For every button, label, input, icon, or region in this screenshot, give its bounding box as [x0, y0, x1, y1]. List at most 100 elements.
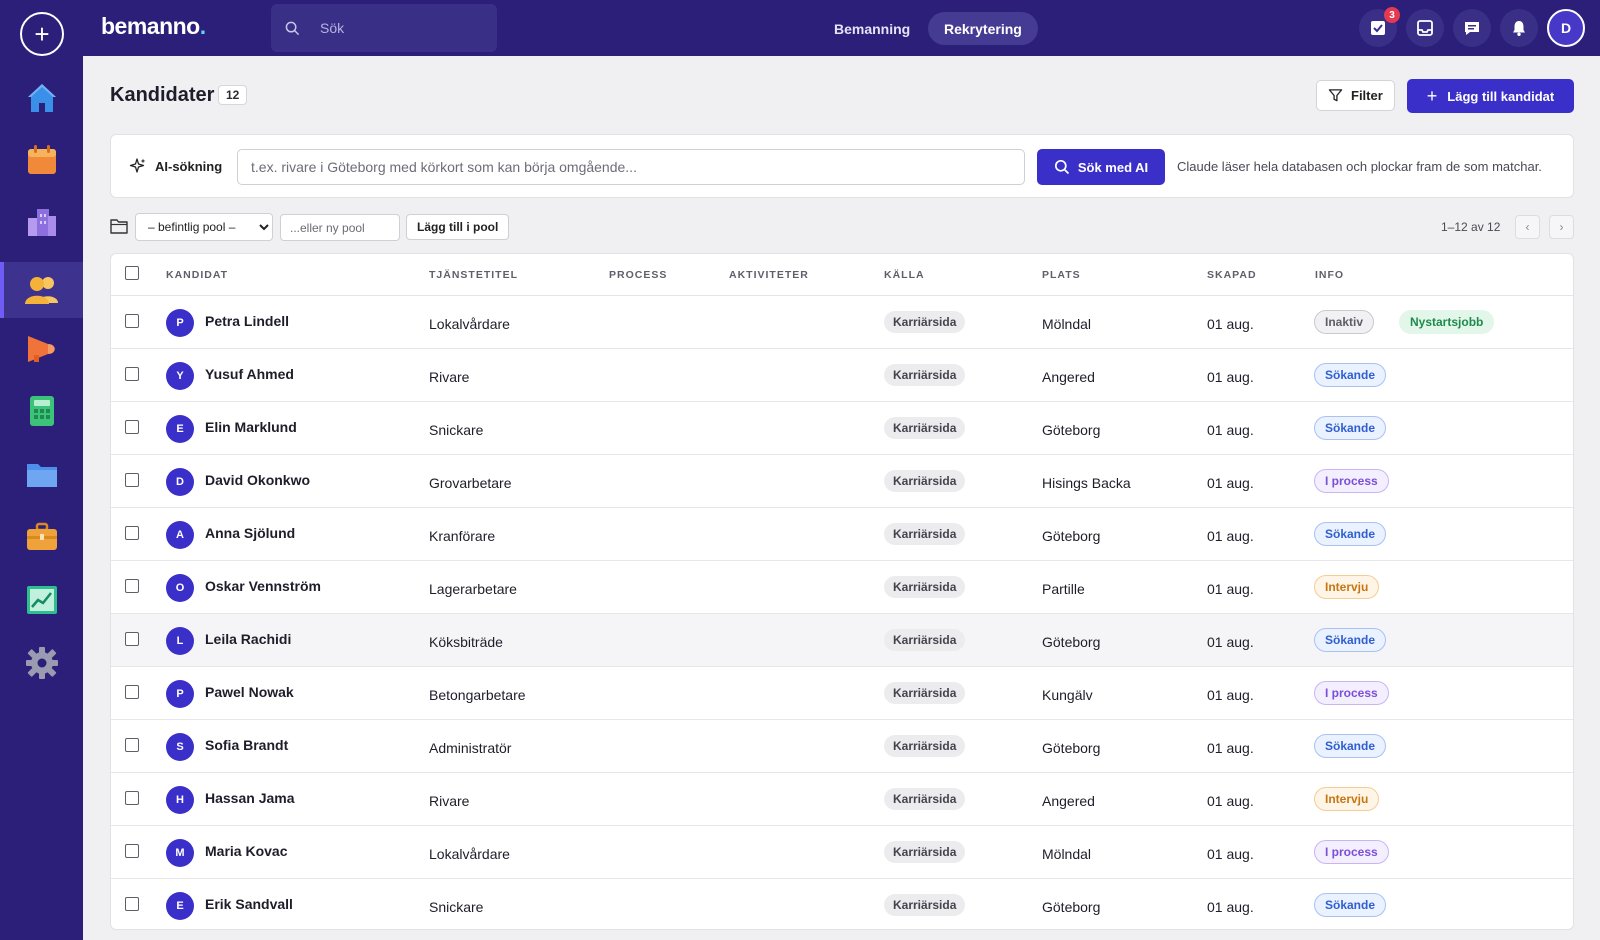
sidebar-item-reports[interactable] [0, 572, 83, 628]
tab-bemanning[interactable]: Bemanning [818, 12, 926, 45]
column-header-kalla[interactable]: KÄLLA [884, 269, 925, 281]
search-icon [1054, 159, 1069, 175]
row-checkbox[interactable] [125, 632, 139, 646]
filter-button-label: Filter [1351, 88, 1383, 103]
table-row[interactable]: E Erik Sandvall Snickare Karriärsida Götebor… [111, 879, 1573, 929]
table-row[interactable]: S Sofia Brandt Administratör Karriärsida Göt… [111, 720, 1573, 773]
notifications-button[interactable] [1500, 9, 1538, 47]
row-checkbox[interactable] [125, 738, 139, 752]
sidebar-item-home[interactable] [0, 70, 83, 126]
table-row[interactable]: P Petra Lindell Lokalvårdare Karriärsida Möl… [111, 296, 1573, 349]
candidate-name[interactable]: Elin Marklund [205, 419, 297, 435]
column-header-info[interactable]: INFO [1315, 269, 1344, 281]
next-page-button[interactable]: › [1549, 215, 1574, 239]
ai-search-title: AI-sökning [129, 157, 222, 175]
add-candidate-button[interactable]: + Lägg till kandidat [1407, 79, 1574, 113]
candidate-name[interactable]: Pawel Nowak [205, 684, 294, 700]
ai-search-input[interactable] [237, 149, 1025, 185]
folder-icon [26, 464, 57, 487]
location: Göteborg [1042, 740, 1101, 756]
ai-search-button-label: Sök med AI [1077, 159, 1149, 175]
row-checkbox[interactable] [125, 897, 139, 911]
job-title: Kranförare [429, 528, 496, 544]
sidebar-item-companies[interactable] [0, 194, 83, 250]
app-logo[interactable]: bemanno. [101, 13, 206, 40]
column-header-plats[interactable]: PLATS [1042, 269, 1081, 281]
job-title: Grovarbetare [429, 475, 512, 491]
candidate-name[interactable]: Oskar Vennström [205, 578, 321, 594]
table-row[interactable]: Y Yusuf Ahmed Rivare Karriärsida Angered 01 a… [111, 349, 1573, 402]
sidebar-item-documents[interactable] [0, 446, 83, 502]
table-row[interactable]: E Elin Marklund Snickare Karriärsida Götebor… [111, 402, 1573, 455]
sidebar-item-candidates[interactable] [0, 262, 83, 318]
location: Angered [1042, 369, 1095, 385]
location: Kungälv [1042, 687, 1093, 703]
row-checkbox[interactable] [125, 473, 139, 487]
column-header-kandidat[interactable]: KANDIDAT [166, 269, 228, 281]
sidebar-item-calendar[interactable] [0, 132, 83, 188]
row-checkbox[interactable] [125, 314, 139, 328]
avatar: H [166, 786, 194, 814]
filter-button[interactable]: Filter [1316, 80, 1395, 111]
add-to-pool-button[interactable]: Lägg till i pool [406, 214, 510, 240]
column-header-skapad[interactable]: SKAPAD [1207, 269, 1257, 281]
location: Mölndal [1042, 846, 1092, 862]
row-checkbox[interactable] [125, 791, 139, 805]
add-candidate-label: Lägg till kandidat [1447, 88, 1555, 104]
candidate-name[interactable]: Maria Kovac [205, 843, 287, 859]
row-checkbox[interactable] [125, 367, 139, 381]
inbox-button[interactable] [1406, 9, 1444, 47]
user-avatar[interactable]: D [1547, 9, 1585, 47]
page-title: Kandidater [110, 84, 215, 106]
row-checkbox[interactable] [125, 579, 139, 593]
candidate-name[interactable]: Petra Lindell [205, 313, 289, 329]
table-row[interactable]: O Oskar Vennström Lagerarbetare Karriärsida… [111, 561, 1573, 614]
table-row[interactable]: D David Okonkwo Grovarbetare Karriärsida His… [111, 455, 1573, 508]
table-row[interactable]: H Hassan Jama Rivare Karriärsida Angered 01 a… [111, 773, 1573, 826]
row-checkbox[interactable] [125, 685, 139, 699]
job-title: Snickare [429, 422, 484, 438]
table-row[interactable]: L Leila Rachidi Köksbiträde Karriärsida Göte… [111, 614, 1573, 667]
create-new-button[interactable]: + [20, 12, 64, 56]
candidate-name[interactable]: Sofia Brandt [205, 737, 288, 753]
candidate-name[interactable]: Leila Rachidi [205, 631, 291, 647]
source-badge: Karriärsida [884, 523, 966, 545]
candidate-name[interactable]: Anna Sjölund [205, 525, 295, 541]
column-header-aktiviteter[interactable]: AKTIVITETER [729, 269, 809, 281]
briefcase-icon [26, 522, 57, 550]
avatar: P [166, 309, 194, 337]
candidate-name[interactable]: Yusuf Ahmed [205, 366, 294, 382]
chat-icon [1465, 22, 1479, 35]
candidate-name[interactable]: Erik Sandvall [205, 896, 293, 912]
sidebar-item-marketing[interactable] [0, 320, 83, 376]
candidate-name[interactable]: Hassan Jama [205, 790, 295, 806]
row-checkbox[interactable] [125, 844, 139, 858]
tab-rekrytering[interactable]: Rekrytering [928, 12, 1038, 45]
avatar: S [166, 733, 194, 761]
candidate-name[interactable]: David Okonkwo [205, 472, 310, 488]
table-row[interactable]: M Maria Kovac Lokalvårdare Karriärsida Mölnd… [111, 826, 1573, 879]
new-pool-input[interactable] [280, 214, 400, 241]
sidebar-item-settings[interactable] [0, 635, 83, 691]
row-checkbox[interactable] [125, 420, 139, 434]
prev-page-button[interactable]: ‹ [1515, 215, 1540, 239]
search-icon [285, 21, 300, 35]
column-header-process[interactable]: PROCESS [609, 269, 667, 281]
messages-button[interactable] [1453, 9, 1491, 47]
source-badge: Karriärsida [884, 364, 966, 386]
sidebar-item-assignments[interactable] [0, 509, 83, 565]
source-badge: Karriärsida [884, 894, 966, 916]
row-checkbox[interactable] [125, 526, 139, 540]
settings-icon [25, 647, 58, 679]
select-all-checkbox[interactable] [125, 266, 139, 280]
status-badge: Intervju [1314, 787, 1380, 811]
pool-select[interactable]: – befintlig pool – [135, 213, 273, 241]
table-row[interactable]: P Pawel Nowak Betongarbetare Karriärsida Kun… [111, 667, 1573, 720]
sidebar-item-calculator[interactable] [0, 383, 83, 439]
search-input[interactable] [320, 20, 480, 36]
ai-search-button[interactable]: Sök med AI [1037, 149, 1165, 185]
sparkle-icon [129, 158, 146, 173]
column-header-tjanstetitel[interactable]: TJÄNSTETITEL [429, 269, 518, 281]
table-row[interactable]: A Anna Sjölund Kranförare Karriärsida Götebo… [111, 508, 1573, 561]
tasks-button[interactable]: 3 [1359, 7, 1400, 47]
